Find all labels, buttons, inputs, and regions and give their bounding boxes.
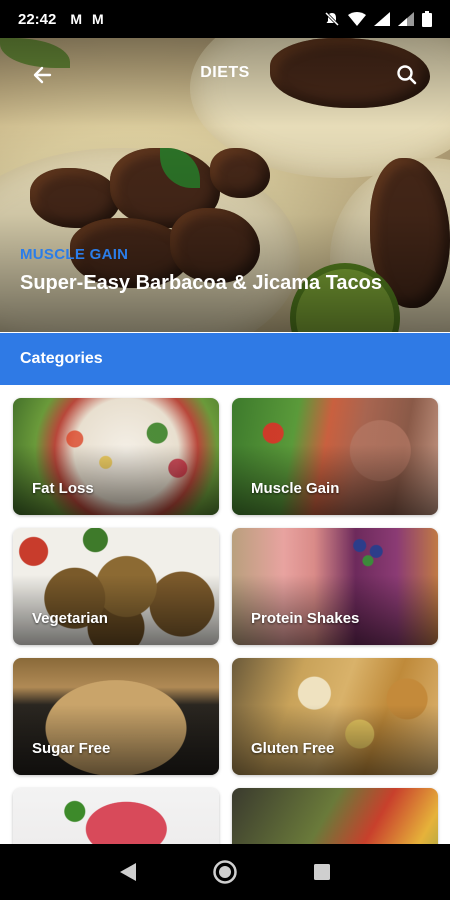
category-label: Fat Loss xyxy=(32,480,94,497)
category-tile-muscle-gain[interactable]: Muscle Gain xyxy=(232,398,438,515)
signal-icon xyxy=(374,12,390,26)
featured-category-tag[interactable]: MUSCLE GAIN xyxy=(20,246,128,263)
status-time: 22:42 xyxy=(18,10,57,28)
category-tile[interactable] xyxy=(13,788,219,844)
app-bar: DIETS xyxy=(0,38,450,112)
categories-grid: Fat Loss Muscle Gain Vegetarian Protein … xyxy=(0,385,450,844)
category-tile-fat-loss[interactable]: Fat Loss xyxy=(13,398,219,515)
circle-home-icon xyxy=(213,860,237,884)
search-icon xyxy=(397,65,417,85)
mute-icon xyxy=(324,11,340,27)
category-label: Gluten Free xyxy=(251,740,335,757)
notification-app-icon: M xyxy=(92,11,104,27)
category-tile-sugar-free[interactable]: Sugar Free xyxy=(13,658,219,775)
category-label: Vegetarian xyxy=(32,610,108,627)
square-recents-icon xyxy=(313,864,330,880)
category-label: Muscle Gain xyxy=(251,480,340,497)
nav-recents-button[interactable] xyxy=(307,857,337,887)
category-tile-protein-shakes[interactable]: Protein Shakes xyxy=(232,528,438,645)
category-tile[interactable] xyxy=(232,788,438,844)
status-bar: 22:42 M M xyxy=(0,0,450,38)
category-tile-gluten-free[interactable]: Gluten Free xyxy=(232,658,438,775)
system-navigation-bar xyxy=(0,844,450,900)
wifi-icon xyxy=(348,12,366,26)
page-title: DIETS xyxy=(200,64,250,81)
featured-recipe-title[interactable]: Super-Easy Barbacoa & Jicama Tacos xyxy=(20,272,382,295)
triangle-back-icon xyxy=(120,863,137,881)
nav-back-button[interactable] xyxy=(113,857,143,887)
category-label: Protein Shakes xyxy=(251,610,360,627)
notification-app-icon: M xyxy=(70,11,83,27)
search-button[interactable] xyxy=(394,62,420,88)
nav-home-button[interactable] xyxy=(210,857,240,887)
category-tile-vegetarian[interactable]: Vegetarian xyxy=(13,528,219,645)
categories-header: Categories xyxy=(0,333,450,385)
battery-icon xyxy=(422,11,432,27)
category-label: Sugar Free xyxy=(32,740,111,757)
status-icons xyxy=(324,11,432,27)
signal-icon xyxy=(398,12,414,26)
